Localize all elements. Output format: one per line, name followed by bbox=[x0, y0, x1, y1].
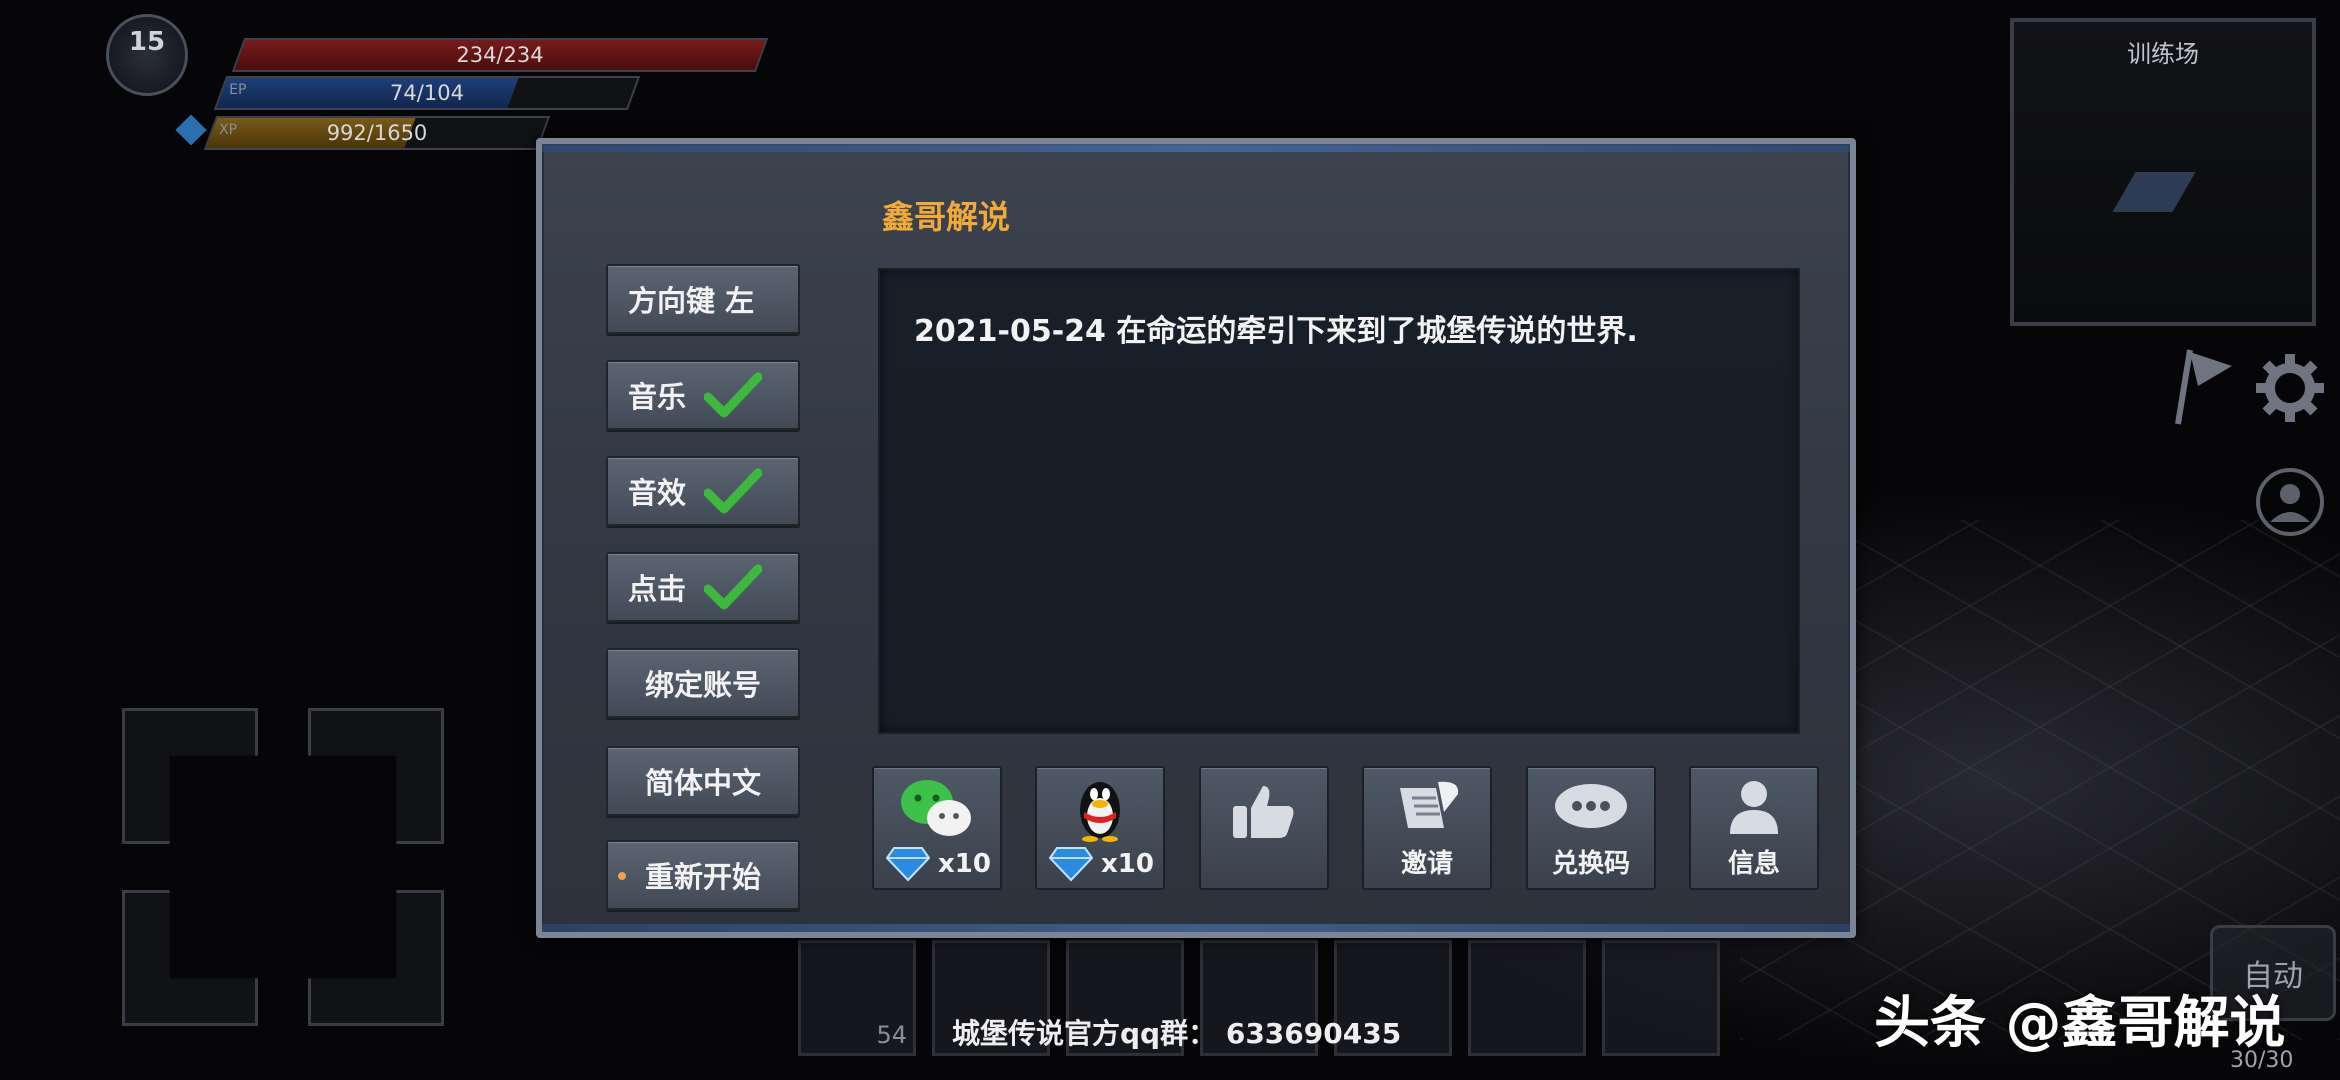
direction-key-button[interactable]: 方向键 左 bbox=[606, 264, 800, 334]
invite-button[interactable]: 邀请 bbox=[1362, 766, 1492, 890]
restart-button[interactable]: 重新开始 bbox=[606, 840, 800, 910]
level-badge: 15 bbox=[106, 14, 188, 96]
wechat-reward: x10 bbox=[886, 846, 991, 882]
sfx-toggle[interactable]: 音效 bbox=[606, 456, 800, 526]
wechat-icon bbox=[901, 780, 971, 836]
settings-dialog: 鑫哥解说 方向键 左 音乐 音效 点击 绑定账号 简体中文 重新开始 2021-… bbox=[536, 138, 1856, 938]
check-icon bbox=[704, 564, 763, 610]
click-label: 点击 bbox=[628, 572, 687, 606]
player-name-title: 鑫哥解说 bbox=[882, 198, 1011, 236]
restart-label: 重新开始 bbox=[644, 860, 761, 894]
hp-bar: 234/234 bbox=[231, 38, 769, 72]
item-slot-count: 54 bbox=[876, 1021, 907, 1049]
minimap-player-area bbox=[2112, 172, 2196, 212]
sfx-label: 音效 bbox=[628, 476, 687, 510]
check-icon bbox=[704, 468, 763, 514]
scroll-quill-icon bbox=[1400, 781, 1459, 828]
language-button[interactable]: 简体中文 bbox=[606, 746, 800, 816]
music-label: 音乐 bbox=[628, 380, 687, 414]
qq-share-button[interactable]: x10 bbox=[1035, 766, 1165, 890]
like-button[interactable] bbox=[1199, 766, 1329, 890]
diamond-icon bbox=[886, 847, 930, 882]
check-icon bbox=[704, 372, 763, 418]
ep-bar: EP 74/104 bbox=[213, 76, 641, 110]
direction-key-label: 方向键 左 bbox=[628, 284, 755, 318]
wechat-reward-amount: x10 bbox=[938, 849, 991, 879]
bind-account-button[interactable]: 绑定账号 bbox=[606, 648, 800, 718]
language-label: 简体中文 bbox=[644, 766, 761, 800]
qq-group-notice: 城堡传说官方qq群： 633690435 bbox=[952, 1017, 1402, 1050]
character-icon[interactable] bbox=[2254, 466, 2326, 538]
thumbs-up-icon bbox=[1233, 786, 1294, 838]
redeem-code-label: 兑换码 bbox=[1551, 849, 1630, 879]
click-sound-toggle[interactable]: 点击 bbox=[606, 552, 800, 622]
watermark: 头条 @鑫哥解说 bbox=[1874, 991, 2286, 1056]
redeem-code-button[interactable]: 兑换码 bbox=[1526, 766, 1656, 890]
qq-reward-amount: x10 bbox=[1101, 849, 1154, 879]
diamond-icon bbox=[1049, 847, 1093, 882]
xp-bar: XP 992/1650 bbox=[203, 116, 551, 150]
flag-icon[interactable] bbox=[2168, 346, 2238, 426]
info-label: 信息 bbox=[1727, 849, 1780, 879]
person-icon bbox=[1730, 781, 1778, 834]
hp-value: 234/234 bbox=[456, 43, 544, 67]
qq-penguin-icon bbox=[1080, 782, 1120, 842]
qq-reward: x10 bbox=[1049, 846, 1154, 882]
message-panel: 2021-05-24 在命运的牵引下来到了城堡传说的世界. bbox=[878, 268, 1800, 734]
speech-bubble-icon bbox=[1555, 784, 1627, 828]
message-text: 2021-05-24 在命运的牵引下来到了城堡传说的世界. bbox=[914, 314, 1638, 349]
music-toggle[interactable]: 音乐 bbox=[606, 360, 800, 430]
info-button[interactable]: 信息 bbox=[1689, 766, 1819, 890]
minimap-title: 训练场 bbox=[2127, 40, 2199, 68]
invite-label: 邀请 bbox=[1400, 849, 1453, 879]
item-slot[interactable] bbox=[1468, 940, 1586, 1056]
gear-icon[interactable] bbox=[2254, 352, 2326, 424]
ep-value: 74/104 bbox=[390, 81, 464, 105]
wechat-share-button[interactable]: x10 bbox=[872, 766, 1002, 890]
item-slot[interactable] bbox=[1602, 940, 1720, 1056]
bind-account-label: 绑定账号 bbox=[644, 668, 761, 702]
gem-icon bbox=[175, 114, 207, 146]
item-slot[interactable]: 54 bbox=[798, 940, 916, 1056]
player-status-hud: 15 234/234 EP 74/104 XP 992/1650 bbox=[88, 14, 769, 150]
xp-value: 992/1650 bbox=[326, 121, 428, 145]
minimap[interactable]: 训练场 bbox=[2010, 18, 2316, 326]
level-value: 15 bbox=[128, 27, 166, 57]
notification-dot bbox=[618, 872, 626, 880]
